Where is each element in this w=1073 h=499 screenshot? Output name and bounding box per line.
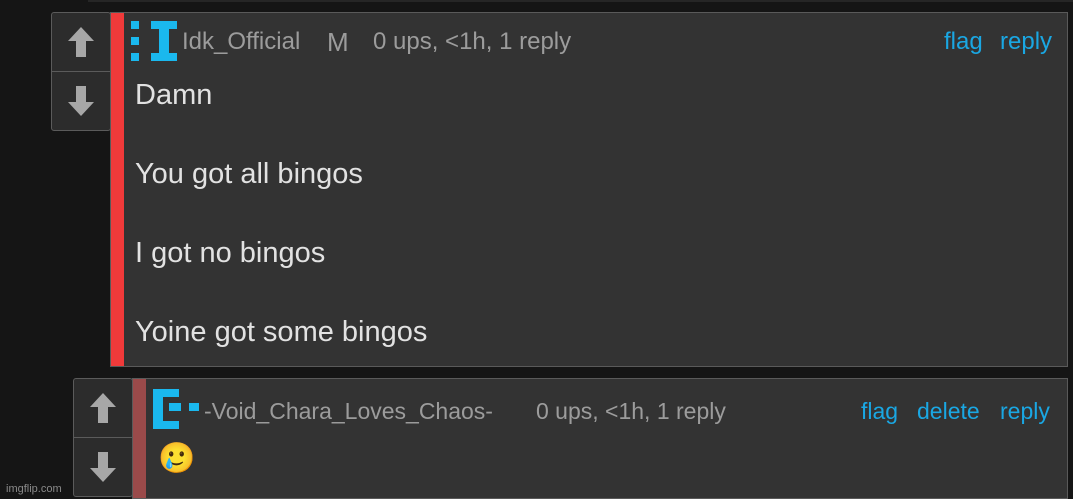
username-link[interactable]: -Void_Chara_Loves_Chaos- [204, 398, 493, 425]
username-link[interactable]: Idk_Official [182, 28, 300, 56]
reply-link[interactable]: reply [1000, 398, 1050, 425]
comment: Idk_Official M 0 ups, <1h, 1 reply flag … [110, 12, 1068, 367]
comment-line: I got no bingos [135, 237, 326, 269]
pixel-avatar-icon [131, 21, 177, 61]
comment-accent-bar [133, 379, 146, 498]
vote-box [73, 378, 133, 497]
flag-link[interactable]: flag [861, 398, 898, 425]
arrow-down-icon [68, 86, 94, 116]
comment-stats: 0 ups, <1h, 1 reply [373, 28, 572, 55]
downvote-button[interactable] [74, 438, 132, 496]
comment-emoji: 🥲 [158, 442, 196, 475]
comments-page: Idk_Official M 0 ups, <1h, 1 reply flag … [0, 0, 1073, 499]
divider [88, 0, 1073, 2]
comment-stats: 0 ups, <1h, 1 reply [536, 398, 726, 424]
comment-accent-bar [111, 13, 124, 366]
delete-link[interactable]: delete [917, 398, 980, 425]
flag-link[interactable]: flag [944, 28, 983, 56]
downvote-button[interactable] [52, 72, 110, 130]
arrow-up-icon [68, 27, 94, 57]
upvote-button[interactable] [52, 13, 110, 71]
watermark: imgflip.com [6, 483, 62, 495]
arrow-up-icon [90, 393, 116, 423]
upvote-button[interactable] [74, 379, 132, 437]
reply-link[interactable]: reply [1000, 28, 1052, 56]
comment-line: Damn [135, 79, 213, 111]
pixel-avatar-icon [153, 389, 199, 429]
comment: -Void_Chara_Loves_Chaos- 0 ups, <1h, 1 r… [132, 378, 1068, 499]
vote-box [51, 12, 111, 131]
user-badge: M [327, 27, 349, 57]
comment-line: You got all bingos [135, 158, 363, 190]
arrow-down-icon [90, 452, 116, 482]
comment-line: Yoine got some bingos [135, 316, 428, 348]
